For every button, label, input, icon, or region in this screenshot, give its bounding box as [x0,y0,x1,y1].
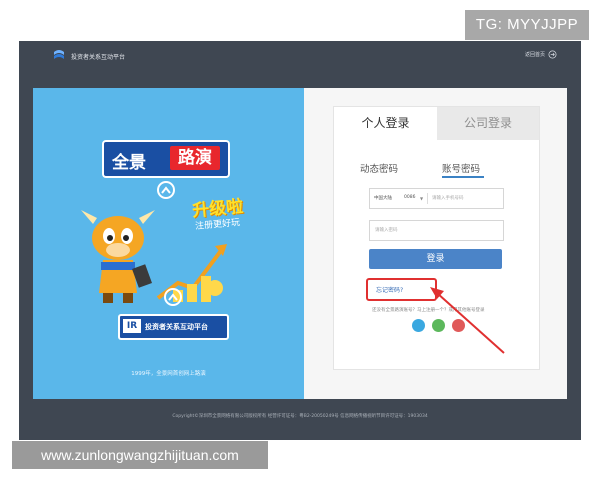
phone-input[interactable]: 请输入手机号码 [432,195,464,201]
phone-input-row[interactable]: 中国大陆 0086 ▼ 请输入手机号码 [369,188,504,209]
login-panel: 个人登录 公司登录 动态密码 账号密码 中国大陆 0086 ▼ 请输入手机号码 … [304,88,567,399]
weibo-icon[interactable] [452,319,465,332]
up-arrow-icon [164,288,182,306]
divider [427,193,428,204]
forgot-password-highlight: 忘记密码? [366,278,437,301]
wechat-icon[interactable] [432,319,445,332]
login-card: 个人登录 公司登录 动态密码 账号密码 中国大陆 0086 ▼ 请输入手机号码 … [333,106,540,370]
banner-footer: 1999年，全景网首创网上路演 [131,371,206,377]
watermark-tg: TG: MYYJJPP [465,10,589,40]
site-title: 投资者关系互动平台 [71,54,126,61]
brand-text-right: 路演 [170,146,220,170]
forgot-password-link[interactable]: 忘记密码? [376,285,403,294]
password-field[interactable]: 请输入密码 [369,220,504,241]
upgrade-subtitle: 注册更好玩 [194,218,241,232]
subtab-dynamic-password[interactable]: 动态密码 [360,161,398,175]
region-select[interactable]: 中国大陆 [374,195,392,201]
active-subtab-indicator [442,176,484,178]
qq-icon[interactable] [412,319,425,332]
platform-badge: IR 投资者关系互动平台 [118,314,229,340]
mascot-icon [81,210,155,303]
login-button[interactable]: 登录 [369,249,502,269]
exit-icon[interactable] [548,50,557,59]
up-arrow-icon [157,181,175,199]
platform-name: 投资者关系互动平台 [145,323,208,331]
tab-personal-login[interactable]: 个人登录 [334,107,437,140]
page-footer: Copyright©深圳市全景网络有限公司版权所有 经营许可证号：粤B2-200… [172,414,428,419]
tab-company-login[interactable]: 公司登录 [437,107,539,140]
chevron-down-icon[interactable]: ▼ [420,196,423,201]
register-prompt[interactable]: 还没有全景路演账号？马上注册一个？或用其他账号登录 [372,307,485,313]
home-link[interactable]: 返回首页 [525,51,545,58]
browser-screen: 投资者关系互动平台 返回首页 全景 路演 升级啦 注册更好玩 IR 投资者关系互… [19,41,581,440]
password-placeholder: 请输入密码 [375,228,398,233]
logo-icon [54,50,64,59]
subtab-account-password[interactable]: 账号密码 [442,161,480,175]
promo-banner: 全景 路演 升级啦 注册更好玩 IR 投资者关系互动平台 1999年，全景网首创… [33,88,304,399]
country-code[interactable]: 0086 [404,195,415,200]
brand-logo: 全景 路演 [102,140,230,178]
ir-logo: IR [123,319,141,333]
watermark-site: www.zunlongwangzhijituan.com [12,441,268,469]
top-bar: 投资者关系互动平台 返回首页 [19,41,581,73]
brand-text-left: 全景 [112,153,146,173]
